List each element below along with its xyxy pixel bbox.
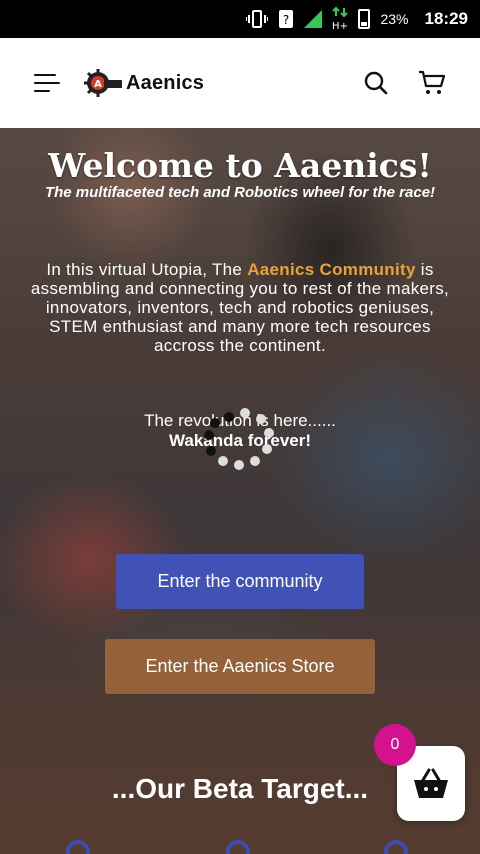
- page-title: Welcome to Aaenics!: [48, 146, 432, 185]
- vibrate-icon: [246, 9, 269, 29]
- basket-icon: [414, 768, 448, 798]
- svg-text:A: A: [94, 79, 102, 90]
- intro-paragraph: In this virtual Utopia, The Aaenics Comm…: [30, 260, 450, 355]
- enter-store-button[interactable]: Enter the Aaenics Store: [105, 639, 375, 694]
- tagline: The multifaceted tech and Robotics wheel…: [44, 184, 436, 201]
- menu-icon[interactable]: [34, 74, 60, 92]
- data-arrows-icon: H+: [332, 7, 349, 31]
- search-icon[interactable]: [364, 71, 388, 95]
- community-highlight: Aaenics Community: [247, 260, 416, 279]
- battery-percent: 23%: [380, 11, 409, 27]
- gear-logo-icon: A: [84, 69, 122, 97]
- beta-target-icons: [0, 840, 480, 854]
- target-icon: [384, 840, 408, 854]
- cart-icon[interactable]: [418, 70, 446, 96]
- unknown-notification-icon: ?: [278, 9, 294, 29]
- status-bar: ? H+ 23% 18:29: [0, 0, 480, 38]
- site-logo[interactable]: A Aaenics: [84, 66, 204, 100]
- battery-icon: [358, 9, 371, 29]
- top-navigation: A Aaenics: [0, 38, 480, 128]
- clock: 18:29: [424, 9, 468, 28]
- enter-community-button[interactable]: Enter the community: [116, 554, 364, 609]
- cart-count-badge[interactable]: 0: [374, 724, 416, 766]
- target-icon: [226, 840, 250, 854]
- svg-text:?: ?: [283, 13, 289, 27]
- loading-spinner-icon: [200, 408, 280, 488]
- signal-icon: [304, 9, 323, 29]
- target-icon: [66, 840, 90, 854]
- svg-text:H+: H+: [333, 21, 349, 31]
- logo-text: Aaenics: [126, 71, 205, 94]
